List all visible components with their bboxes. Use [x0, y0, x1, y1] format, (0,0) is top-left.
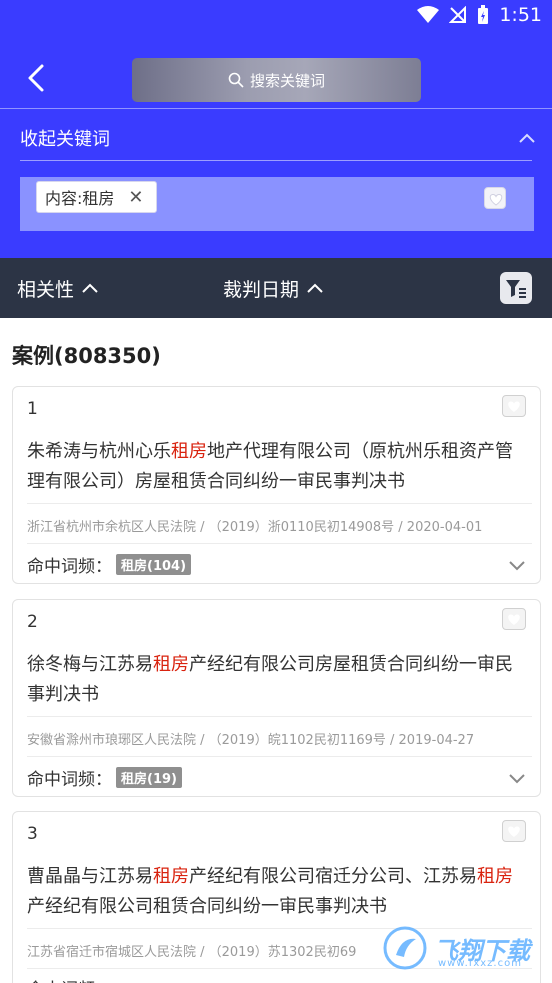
sort-date-label: 裁判日期: [223, 278, 300, 301]
heart-icon: [508, 401, 520, 412]
close-icon[interactable]: ✕: [128, 187, 143, 208]
case-meta: 浙江省杭州市余杭区人民法院 / （2019）浙0110民初14908号 / 20…: [27, 520, 483, 535]
status-bar: 1:51: [0, 0, 552, 32]
case-card[interactable]: 1 朱希涛与杭州心乐租房地产代理有限公司（原杭州乐租资产管理有限公司）房屋租赁合…: [12, 386, 541, 584]
card-divider: [27, 503, 532, 504]
keyword-tag-label: 内容:租房: [45, 189, 115, 208]
header: 1:51 搜索关键词 收起关键词 内容:租房 ✕: [0, 0, 552, 258]
search-placeholder: 搜索关键词: [249, 71, 325, 90]
collapse-divider: [20, 160, 532, 161]
card-divider: [27, 756, 532, 757]
chevron-down-icon[interactable]: [508, 772, 526, 784]
keyword-area: 内容:租房 ✕: [20, 177, 534, 231]
sort-bar: 相关性 裁判日期: [0, 258, 552, 318]
case-meta: 江苏省宿迁市宿城区人民法院 / （2019）苏1302民初69: [27, 945, 357, 960]
heart-icon: [489, 193, 503, 206]
case-title[interactable]: 曹晶晶与江苏易租房产经纪有限公司宿迁分公司、江苏易租房产经纪有限公司租赁合同纠纷…: [27, 862, 527, 922]
card-divider: [27, 716, 532, 717]
case-index: 1: [27, 399, 38, 419]
favorite-button[interactable]: [502, 820, 526, 842]
sort-relevance[interactable]: 相关性: [17, 258, 98, 318]
filter-button[interactable]: [500, 272, 532, 304]
no-signal-icon: [449, 6, 467, 23]
highlight-keyword: 租房: [477, 866, 513, 887]
sort-relevance-label: 相关性: [17, 278, 75, 301]
status-icons: 1:51: [417, 4, 542, 26]
hit-frequency-label: 命中词频：: [27, 975, 112, 983]
chevron-down-icon[interactable]: [508, 559, 526, 571]
hit-frequency: 命中词频：: [27, 975, 112, 983]
favorite-button[interactable]: [502, 608, 526, 630]
highlight-keyword: 租房: [153, 654, 189, 675]
sort-date[interactable]: 裁判日期: [223, 258, 323, 318]
watermark-logo: 飞翔下载 www.fxxz.com: [382, 920, 542, 976]
results-count-title: 案例(808350): [12, 344, 161, 368]
case-title[interactable]: 朱希涛与杭州心乐租房地产代理有限公司（原杭州乐租资产管理有限公司）房屋租赁合同纠…: [27, 437, 527, 497]
heart-icon: [508, 826, 520, 837]
hit-frequency: 命中词频： 租房(19): [27, 765, 182, 790]
battery-icon: [478, 5, 489, 24]
status-time: 1:51: [499, 4, 542, 26]
hit-badge: 租房(19): [116, 767, 182, 788]
hit-frequency: 命中词频： 租房(104): [27, 552, 192, 577]
case-title[interactable]: 徐冬梅与江苏易租房产经纪有限公司房屋租赁合同纠纷一审民事判决书: [27, 650, 527, 710]
back-button[interactable]: [20, 60, 52, 96]
keyword-favorite-button[interactable]: [484, 187, 506, 209]
chevron-up-icon: [519, 133, 535, 143]
hit-badge: 租房(104): [116, 554, 192, 575]
watermark-circle-icon: [383, 926, 427, 970]
wifi-icon: [417, 6, 440, 23]
collapse-keywords-label: 收起关键词: [20, 129, 110, 150]
search-input[interactable]: 搜索关键词: [132, 58, 421, 102]
card-divider: [27, 543, 532, 544]
case-meta: 安徽省滁州市琅琊区人民法院 / （2019）皖1102民初1169号 / 201…: [27, 733, 475, 748]
collapse-keywords-toggle[interactable]: 收起关键词: [20, 116, 536, 160]
chevron-up-icon: [307, 283, 323, 293]
case-index: 3: [27, 824, 38, 844]
hit-frequency-label: 命中词频：: [27, 557, 112, 577]
highlight-keyword: 租房: [153, 866, 189, 887]
header-divider: [0, 108, 552, 109]
case-index: 2: [27, 612, 38, 632]
results-content: 案例(808350) 1 朱希涛与杭州心乐租房地产代理有限公司（原杭州乐租资产管…: [0, 318, 552, 983]
highlight-keyword: 租房: [171, 441, 207, 462]
filter-icon: [506, 280, 526, 298]
watermark-url: www.fxxz.com: [438, 958, 522, 969]
heart-icon: [508, 614, 520, 625]
search-icon: [228, 72, 244, 88]
hit-frequency-label: 命中词频：: [27, 770, 112, 790]
keyword-tag[interactable]: 内容:租房 ✕: [36, 181, 157, 213]
chevron-up-icon: [82, 283, 98, 293]
favorite-button[interactable]: [502, 395, 526, 417]
case-card[interactable]: 2 徐冬梅与江苏易租房产经纪有限公司房屋租赁合同纠纷一审民事判决书 安徽省滁州市…: [12, 599, 541, 797]
back-arrow-icon: [28, 64, 44, 92]
